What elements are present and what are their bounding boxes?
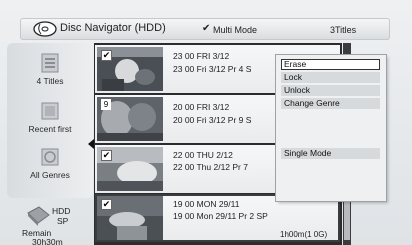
sidebar-item-label: Recent first [28, 124, 72, 134]
sidebar-item-label: All Genres [30, 170, 70, 180]
title-date: 22 00 THU 2/12 [173, 150, 233, 160]
title-info: 23 00 Fri 3/12 Pr 4 S [173, 64, 252, 74]
disc-icon [33, 21, 57, 37]
genre-icon [41, 148, 59, 166]
rec-mode-label: SP [57, 216, 69, 226]
menu-item-lock[interactable]: Lock [281, 72, 380, 83]
remain-time: 30h30m [32, 237, 63, 245]
menu-item-unlock[interactable]: Unlock [281, 85, 380, 96]
title-row[interactable]: ✔ 19 00 MON 29/11 19 00 Mon 29/11 Pr 2 S… [95, 194, 340, 242]
title-count: 3Titles [330, 25, 357, 35]
checkbox[interactable]: ✔ [101, 50, 112, 61]
check-icon: ✔ [202, 23, 211, 34]
recent-icon [41, 102, 59, 120]
thumbnail: ✔ [97, 196, 163, 240]
thumbnail: ✔ [97, 147, 163, 191]
drive-label: HDD [52, 206, 71, 216]
title-info: 20 00 Fri 3/12 Pr 9 S [173, 115, 252, 125]
title-info: 19 00 Mon 29/11 Pr 2 SP [173, 211, 268, 221]
thumbnail: 9 [97, 97, 163, 141]
title-duration: 1h00m(1 0G) [280, 230, 328, 239]
hdd-icon [27, 206, 50, 226]
title-info: 22 00 Thu 2/12 Pr 7 [173, 162, 248, 172]
title-number: 9 [101, 99, 111, 110]
title-date: 19 00 MON 29/11 [173, 199, 240, 209]
scrollbar-thumb[interactable] [344, 200, 350, 240]
title-date: 20 00 FRI 3/12 [173, 102, 230, 112]
menu-item-erase[interactable]: Erase [281, 59, 380, 70]
sidebar-item-label: 4 Titles [36, 76, 64, 86]
list-icon [41, 53, 59, 73]
thumbnail: ✔ [97, 47, 163, 91]
title-date: 23 00 FRI 3/12 [173, 51, 230, 61]
menu-item-single-mode[interactable]: Single Mode [281, 148, 380, 159]
sidebar-item-titles[interactable]: 4 Titles [7, 52, 93, 86]
mode-label: Multi Mode [213, 25, 258, 35]
sidebar-item-sort[interactable]: Recent first [7, 100, 93, 134]
disc-navigator-screen: Disc Navigator (HDD) ✔ Multi Mode 3Title… [0, 0, 412, 245]
checkbox[interactable]: ✔ [101, 150, 112, 161]
page-title: Disc Navigator (HDD) [60, 22, 166, 34]
menu-item-change-genre[interactable]: Change Genre [281, 98, 380, 109]
sidebar-item-genres[interactable]: All Genres [7, 146, 93, 180]
checkbox[interactable]: ✔ [101, 199, 112, 210]
